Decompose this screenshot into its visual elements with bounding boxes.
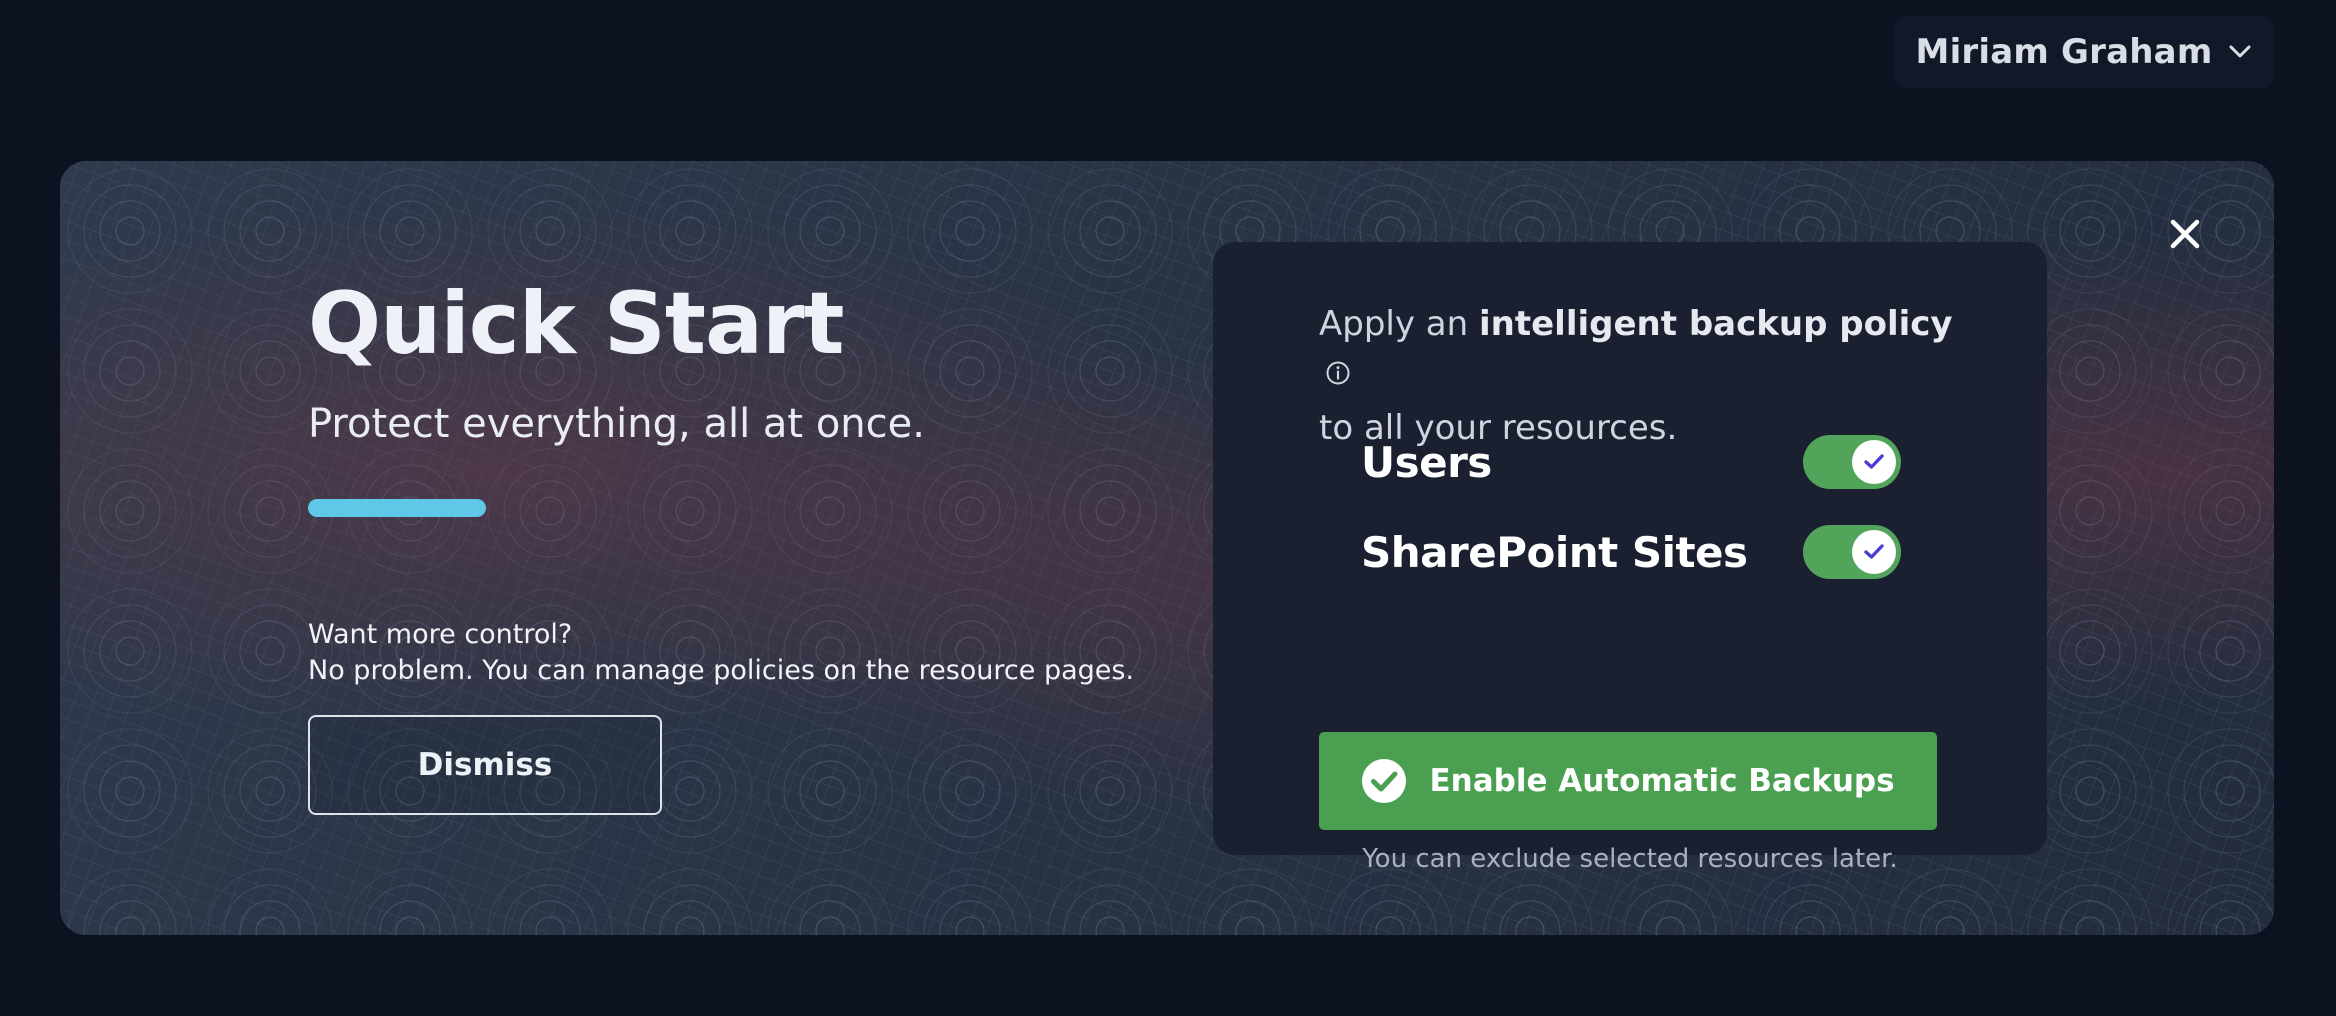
enable-automatic-backups-button[interactable]: Enable Automatic Backups [1319, 732, 1937, 830]
toggle-label-users: Users [1361, 437, 1492, 487]
check-icon [1864, 454, 1884, 469]
control-question: Want more control? [308, 619, 573, 650]
backup-policy-card: Apply an intelligent backup policy to al… [1213, 242, 2047, 874]
toggle-label-sharepoint: SharePoint Sites [1361, 527, 1748, 577]
policy-description: Apply an intelligent backup policy to al… [1319, 298, 1979, 454]
close-icon [2170, 219, 2200, 249]
chevron-down-icon [2228, 45, 2252, 59]
enable-button-label: Enable Automatic Backups [1429, 763, 1895, 799]
toggle-knob [1852, 440, 1896, 484]
policy-name: intelligent backup policy [1479, 304, 1953, 344]
toggle-row-sharepoint: SharePoint Sites [1361, 524, 1901, 580]
close-button[interactable] [2158, 207, 2212, 261]
accent-bar [308, 499, 486, 517]
subtitle: Protect everything, all at once. [308, 401, 925, 447]
control-answer: No problem. You can manage policies on t… [308, 655, 1135, 686]
quick-start-intro: Quick Start Protect everything, all at o… [308, 281, 1208, 815]
policy-text-prefix: Apply an [1319, 304, 1479, 344]
toggle-knob [1852, 530, 1896, 574]
sharepoint-toggle[interactable] [1803, 525, 1901, 579]
page-title: Quick Start [308, 274, 845, 374]
exclude-hint: You can exclude selected resources later… [1362, 844, 1898, 874]
user-name: Miriam Graham [1915, 32, 2213, 72]
users-toggle[interactable] [1803, 435, 1901, 489]
toggle-row-users: Users [1361, 434, 1901, 490]
check-circle-icon [1362, 759, 1407, 803]
info-icon[interactable] [1325, 349, 1351, 401]
check-icon [1864, 544, 1884, 559]
quick-start-banner: Quick Start Protect everything, all at o… [60, 161, 2274, 935]
dismiss-button[interactable]: Dismiss [308, 715, 662, 815]
user-menu[interactable]: Miriam Graham [1894, 16, 2274, 88]
